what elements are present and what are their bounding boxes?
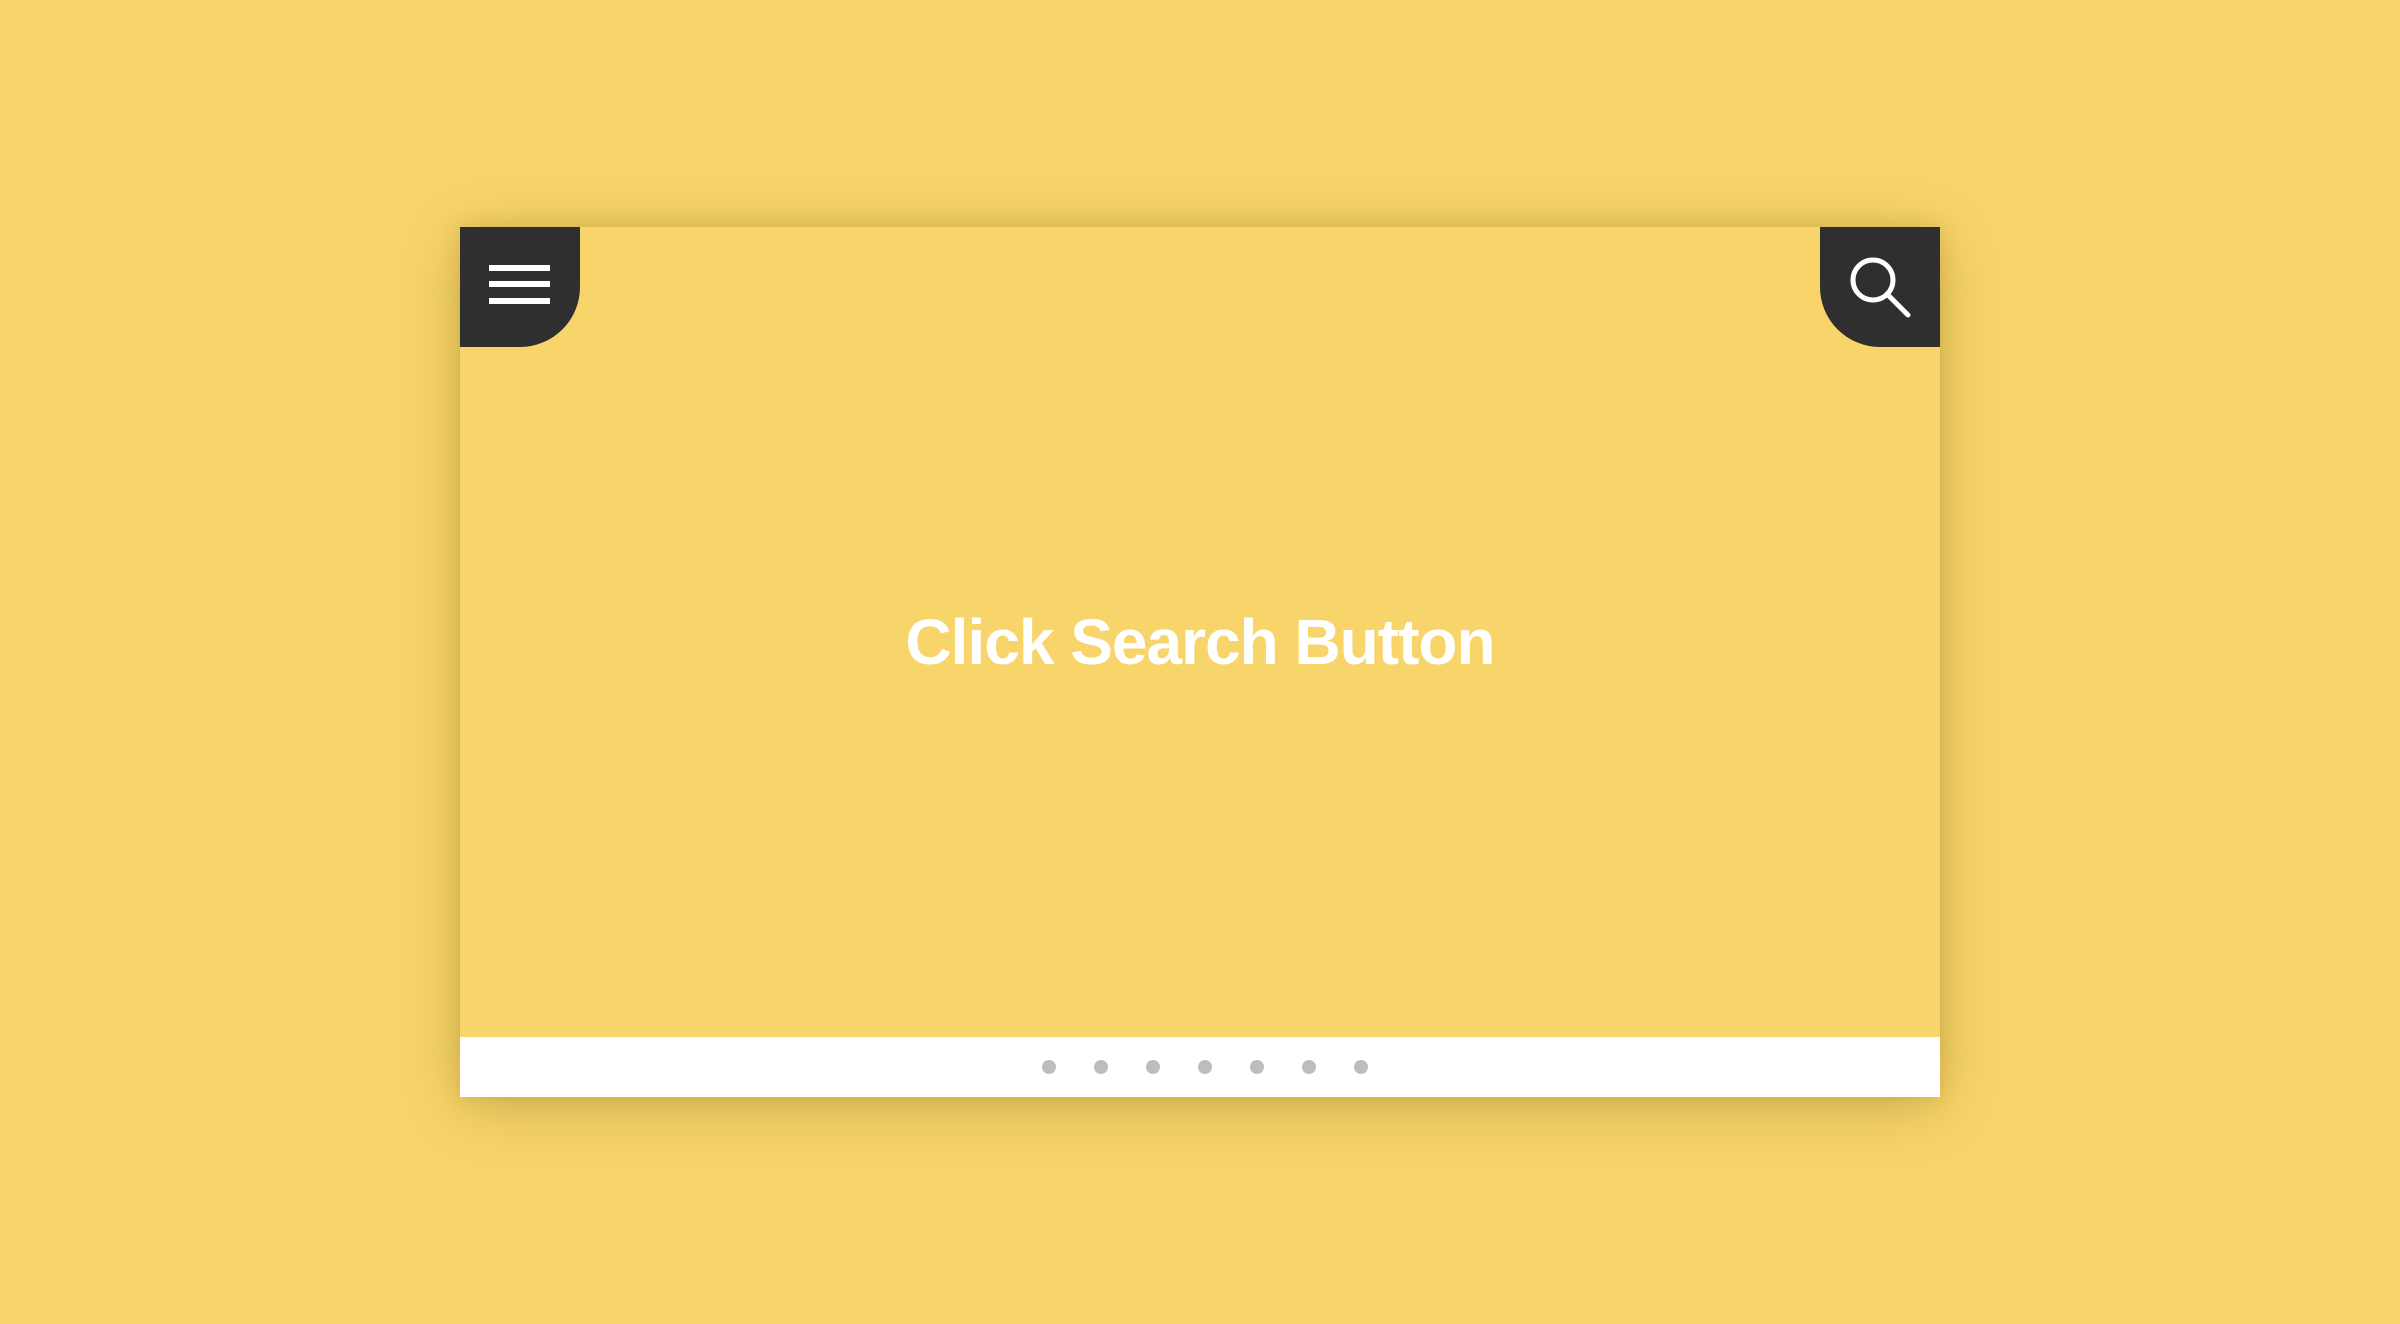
pagination-dot-3[interactable] <box>1146 1060 1160 1074</box>
search-icon <box>1850 257 1911 318</box>
content-card: Click Search Button <box>460 227 1940 1097</box>
pagination-dot-7[interactable] <box>1354 1060 1368 1074</box>
search-button[interactable] <box>1820 227 1940 347</box>
pagination-dot-2[interactable] <box>1094 1060 1108 1074</box>
headline-text: Click Search Button <box>905 606 1495 678</box>
pagination-dot-1[interactable] <box>1042 1060 1056 1074</box>
pagination-dot-4[interactable] <box>1198 1060 1212 1074</box>
menu-button[interactable] <box>460 227 580 347</box>
pagination-dots <box>460 1037 1940 1097</box>
pagination-bar <box>460 1037 1940 1097</box>
pagination-dot-6[interactable] <box>1302 1060 1316 1074</box>
pagination-dot-5[interactable] <box>1250 1060 1264 1074</box>
hamburger-menu-icon <box>489 265 550 304</box>
